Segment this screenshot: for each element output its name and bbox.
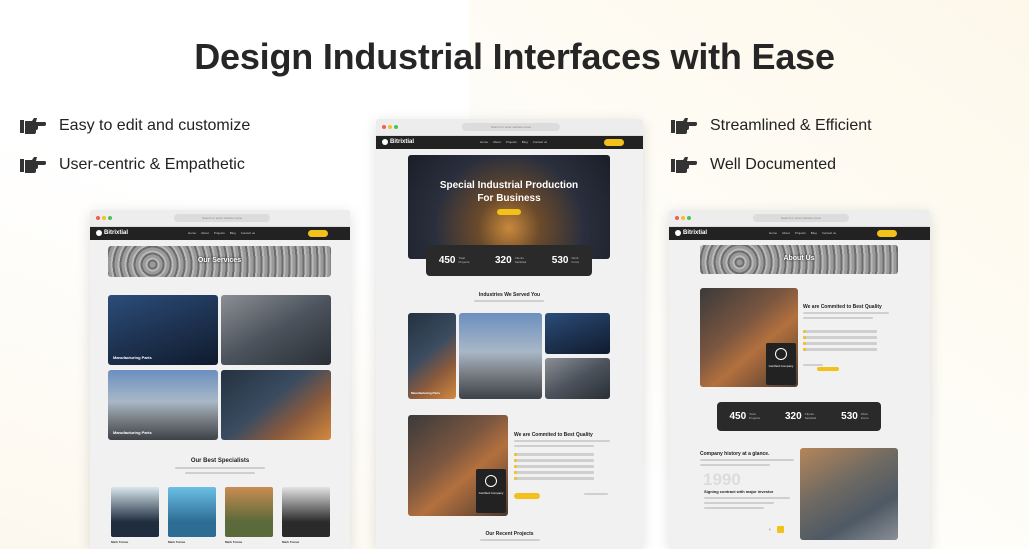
browser-chrome: Search or enter website name xyxy=(90,210,350,227)
specialist-avatar xyxy=(111,487,159,537)
site-navbar: Bitrixtial Home About Projects Blog Cont… xyxy=(90,227,350,240)
quality-title: We are Commited to Best Quality xyxy=(514,432,593,438)
mockup-services: Search or enter website name Bitrixtial … xyxy=(90,210,350,549)
hero-title-2: For Business xyxy=(477,193,541,204)
industry-card[interactable]: Manufacturing Parts xyxy=(408,313,456,399)
quality-title: We are Commited to Best Quality xyxy=(803,304,882,310)
url-bar[interactable]: Search or enter website name xyxy=(174,214,270,222)
specialist-name: Mark Tomas xyxy=(282,540,300,544)
nav-link[interactable]: About xyxy=(201,231,209,235)
quality-button[interactable] xyxy=(514,493,540,499)
nav-link[interactable]: Contact us xyxy=(241,231,255,235)
nav-cta-button[interactable] xyxy=(308,230,328,237)
specialist-avatar xyxy=(168,487,216,537)
nav-link[interactable]: Projects xyxy=(795,231,806,235)
nav-link[interactable]: Home xyxy=(480,140,488,144)
feature-label: Easy to edit and customize xyxy=(59,117,251,134)
nav-cta-button[interactable] xyxy=(604,139,624,146)
pointing-hand-icon xyxy=(20,117,46,135)
history-year: 1990 xyxy=(703,470,741,489)
history-title: Company history at a glance. xyxy=(700,451,770,457)
feature-item: Well Documented xyxy=(671,156,836,174)
about-banner: About Us xyxy=(700,245,898,274)
site-logo[interactable]: Bitrixtial xyxy=(675,230,707,236)
site-navbar: Bitrixtial Home About Projects Blog Cont… xyxy=(376,136,643,149)
specialist-avatar xyxy=(282,487,330,537)
hero-banner: Special Industrial Production For Busine… xyxy=(408,155,610,259)
service-card[interactable]: Manufacturing Parts xyxy=(108,295,218,365)
nav-link[interactable]: About xyxy=(782,231,790,235)
site-navbar: Bitrixtial Home About Projects Blog Cont… xyxy=(669,227,930,240)
browser-chrome: Search or enter website name xyxy=(376,119,643,136)
feature-label: Streamlined & Efficient xyxy=(710,117,872,134)
service-card[interactable]: Manufacturing Parts xyxy=(108,370,218,440)
history-subtitle: Signing contract with major investor xyxy=(704,489,774,494)
nav-link[interactable]: About xyxy=(493,140,501,144)
history-image xyxy=(800,448,898,540)
nav-link[interactable]: Projects xyxy=(214,231,225,235)
industry-card[interactable] xyxy=(545,358,610,399)
quality-image: Certified Company xyxy=(700,288,798,387)
nav-link[interactable]: Blog xyxy=(522,140,528,144)
specialist-name: Mark Tomas xyxy=(168,540,186,544)
feature-label: Well Documented xyxy=(710,156,836,173)
site-logo[interactable]: Bitrixtial xyxy=(382,139,414,145)
quality-link[interactable] xyxy=(817,367,839,371)
nav-link[interactable]: Projects xyxy=(506,140,517,144)
service-card[interactable] xyxy=(221,370,331,440)
history-prev-arrow[interactable]: ‹ xyxy=(769,527,771,533)
industries-title: Industries We Served You xyxy=(478,292,541,298)
nav-link[interactable]: Home xyxy=(769,231,777,235)
industry-card[interactable] xyxy=(545,313,610,354)
quality-image: Certified Company xyxy=(408,415,508,516)
hero-button[interactable] xyxy=(497,209,521,215)
feature-item: User-centric & Empathetic xyxy=(20,156,245,174)
url-bar[interactable]: Search or enter website name xyxy=(462,123,560,131)
certified-badge: Certified Company xyxy=(766,343,796,385)
nav-link[interactable]: Contact us xyxy=(533,140,547,144)
specialists-title: Our Best Specialists xyxy=(190,458,250,464)
specialist-name: Mark Tomas xyxy=(111,540,129,544)
pointing-hand-icon xyxy=(20,156,46,174)
feature-item: Easy to edit and customize xyxy=(20,117,250,135)
service-card[interactable] xyxy=(221,295,331,365)
recent-projects-title: Our Recent Projects xyxy=(485,531,534,537)
nav-link[interactable]: Blog xyxy=(811,231,817,235)
url-bar[interactable]: Search or enter website name xyxy=(753,214,849,222)
industry-card[interactable] xyxy=(459,313,542,399)
page-headline: Design Industrial Interfaces with Ease xyxy=(194,36,835,77)
feature-item: Streamlined & Efficient xyxy=(671,117,872,135)
pointing-hand-icon xyxy=(671,117,697,135)
nav-link[interactable]: Home xyxy=(188,231,196,235)
feature-label: User-centric & Empathetic xyxy=(59,156,245,173)
mockup-about: Search or enter website name Bitrixtial … xyxy=(669,210,930,549)
nav-cta-button[interactable] xyxy=(877,230,897,237)
nav-link[interactable]: Contact us xyxy=(822,231,836,235)
stats-bar: 450 Total Projects 320 Clients Satisfied 530… xyxy=(426,245,592,276)
mockup-home: Search or enter website name Bitrixtial … xyxy=(376,119,643,549)
specialist-avatar xyxy=(225,487,273,537)
history-next-button[interactable] xyxy=(777,526,784,533)
certified-badge: Certified Company xyxy=(476,469,506,513)
stats-bar: 450 Total Projects 320 Clients Satisfied 530… xyxy=(717,402,881,431)
nav-link[interactable]: Blog xyxy=(230,231,236,235)
pointing-hand-icon xyxy=(671,156,697,174)
hero-title-1: Special Industrial Production xyxy=(439,180,579,191)
services-banner: Our Services xyxy=(108,246,331,277)
site-logo[interactable]: Bitrixtial xyxy=(96,230,128,236)
specialist-name: Mark Tomas xyxy=(225,540,243,544)
browser-chrome: Search or enter website name xyxy=(669,210,930,227)
